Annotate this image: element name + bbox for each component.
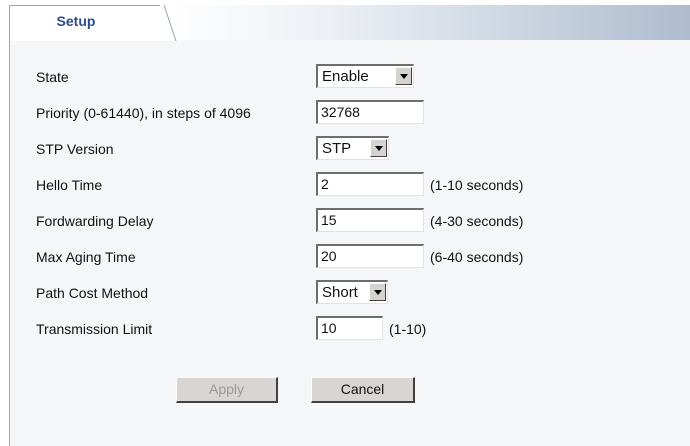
path-cost-method-select[interactable]: Short [316,280,388,304]
stp-version-select[interactable]: STP [316,136,389,160]
hello-time-range: (1-10 seconds) [430,177,524,193]
chevron-down-icon[interactable] [369,283,386,301]
cancel-button[interactable]: Cancel [311,377,415,403]
hello-time-label: Hello Time [36,177,103,193]
transmission-limit-label: Transmission Limit [36,321,153,337]
chevron-down-icon[interactable] [395,67,412,85]
forwarding-delay-label: Fordwarding Delay [36,213,154,229]
forwarding-delay-input[interactable]: 15 [316,208,424,232]
state-label: State [36,69,69,85]
path-cost-method-label: Path Cost Method [36,285,149,301]
forwarding-delay-range: (4-30 seconds) [430,213,524,229]
max-aging-time-input[interactable]: 20 [316,244,424,268]
hello-time-input[interactable]: 2 [316,172,424,196]
tab-bar: Setup [0,5,690,41]
stp-version-select-value: STP [322,140,352,157]
tab-bar-background [170,5,690,41]
state-select[interactable]: Enable [316,64,414,88]
max-aging-time-label: Max Aging Time [36,249,136,265]
priority-input[interactable]: 32768 [316,100,424,124]
tab-edge [160,5,178,41]
path-cost-method-select-value: Short [322,284,358,301]
apply-button[interactable]: Apply [176,377,278,403]
tab-setup[interactable]: Setup [9,5,164,41]
priority-label: Priority (0-61440), in steps of 4096 [36,105,251,121]
max-aging-time-range: (6-40 seconds) [430,249,524,265]
state-select-value: Enable [322,68,369,85]
stp-version-label: STP Version [36,141,114,157]
tab-setup-label: Setup [56,13,96,29]
stp-setup-panel: State Enable Priority (0-61440), in step… [9,40,690,446]
chevron-down-icon[interactable] [370,139,387,157]
transmission-limit-input[interactable]: 10 [316,316,383,340]
transmission-limit-range: (1-10) [389,321,427,337]
